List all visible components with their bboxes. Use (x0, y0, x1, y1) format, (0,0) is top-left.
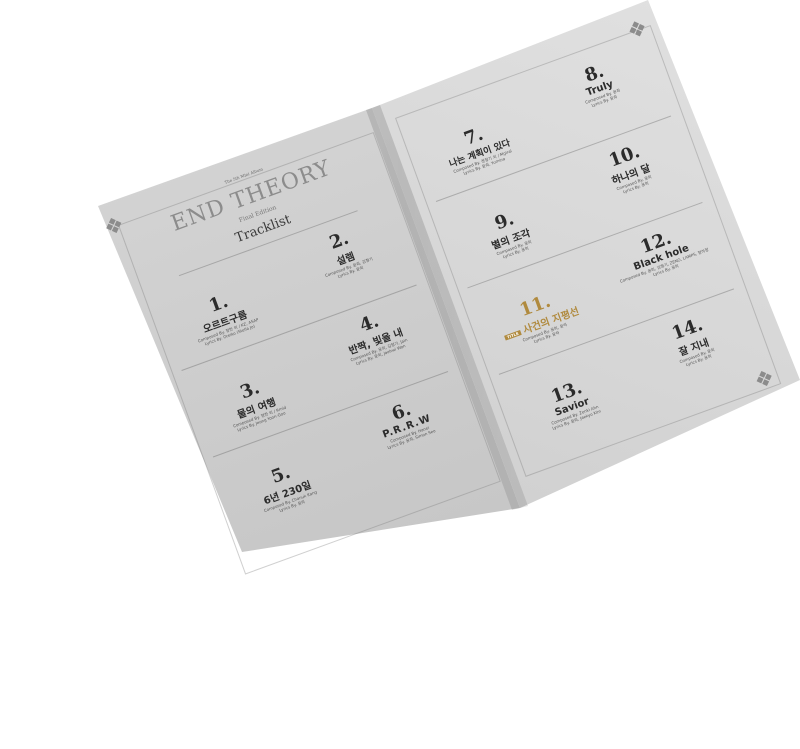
title-track-badge: TITLE (504, 329, 522, 340)
booklet-photo: ❖ The 5th Mini Album END THEORY Final Ed… (0, 0, 800, 575)
